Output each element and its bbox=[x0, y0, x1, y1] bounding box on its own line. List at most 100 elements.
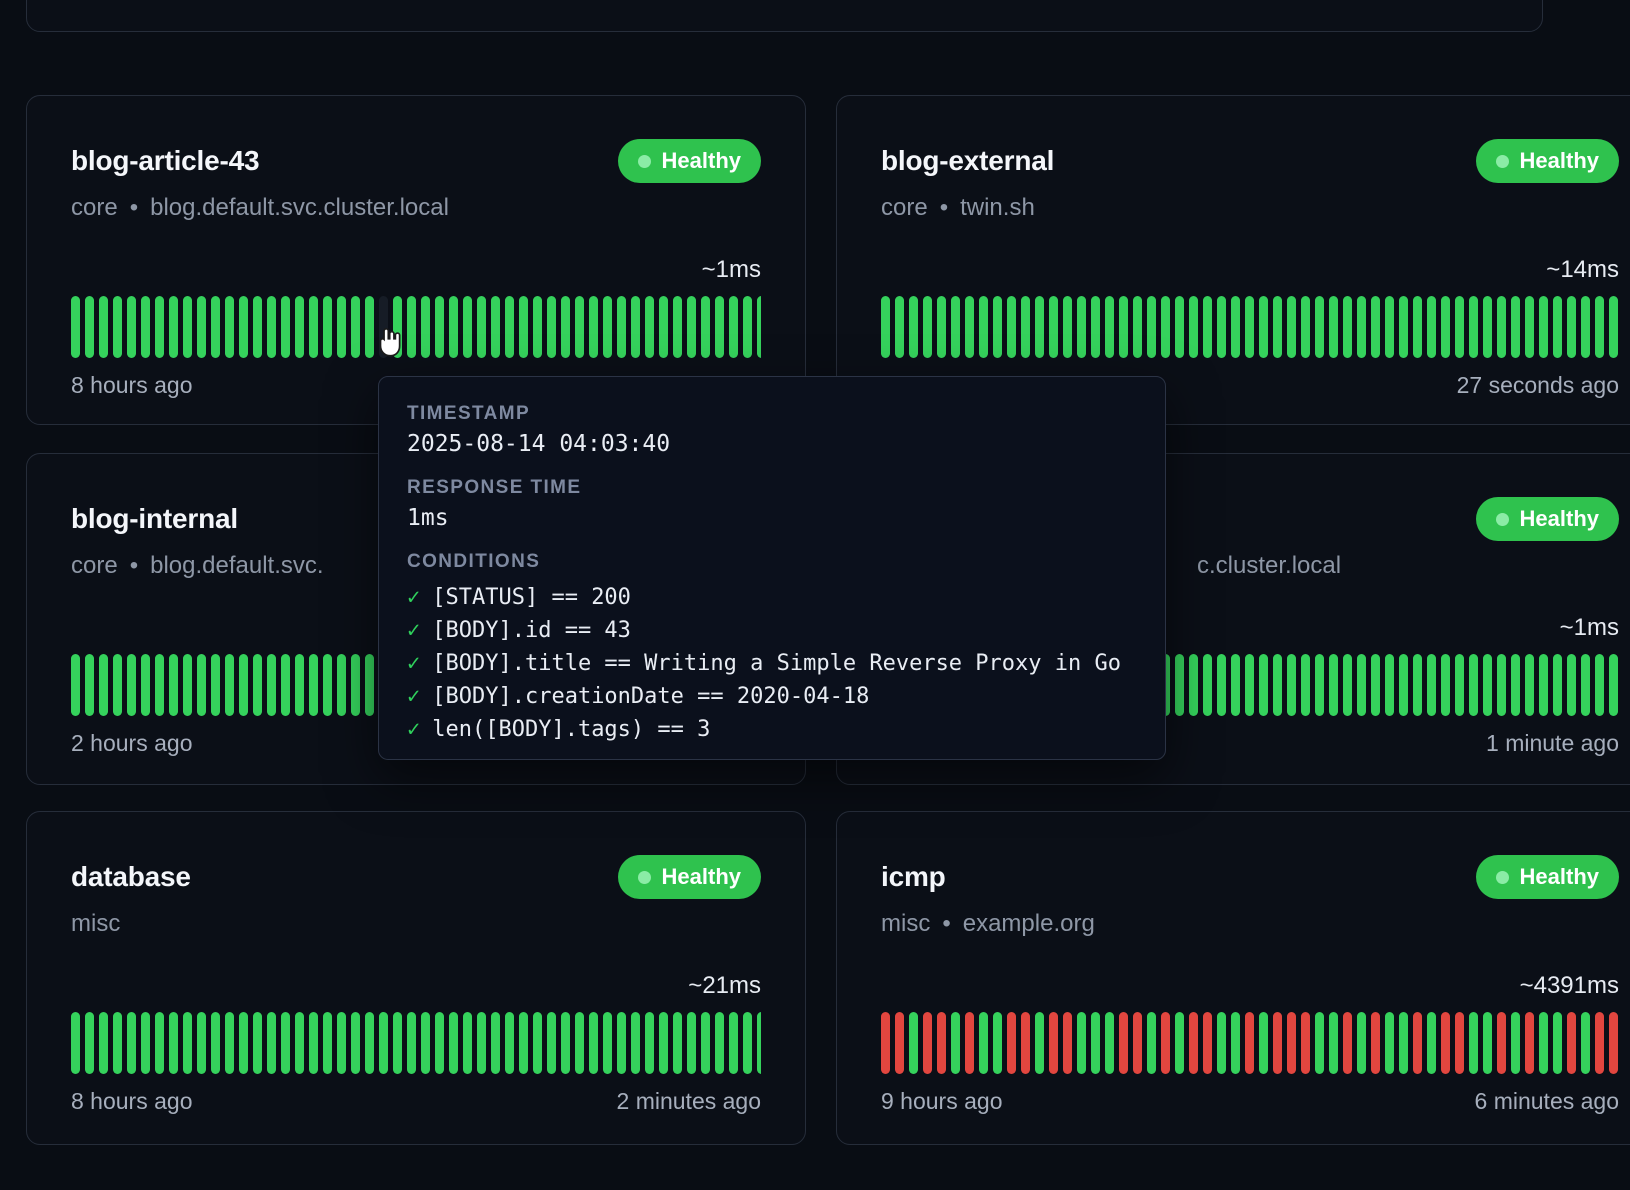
health-bar[interactable] bbox=[253, 296, 262, 358]
health-bar[interactable] bbox=[1147, 1012, 1156, 1074]
health-bar[interactable] bbox=[169, 296, 178, 358]
health-bar[interactable] bbox=[1469, 654, 1478, 716]
health-bar[interactable] bbox=[1511, 1012, 1520, 1074]
health-bar[interactable] bbox=[1329, 654, 1338, 716]
health-bar[interactable] bbox=[701, 296, 710, 358]
health-bar[interactable] bbox=[421, 296, 430, 358]
health-bar[interactable] bbox=[337, 296, 346, 358]
health-bar[interactable] bbox=[113, 1012, 122, 1074]
health-bar[interactable] bbox=[197, 1012, 206, 1074]
health-bar[interactable] bbox=[183, 654, 192, 716]
health-bar[interactable] bbox=[1301, 1012, 1310, 1074]
health-bar[interactable] bbox=[1273, 296, 1282, 358]
health-bar[interactable] bbox=[1497, 654, 1506, 716]
health-bar[interactable] bbox=[463, 296, 472, 358]
health-bar[interactable] bbox=[1371, 654, 1380, 716]
health-bar[interactable] bbox=[421, 1012, 430, 1074]
health-bar[interactable] bbox=[1161, 296, 1170, 358]
health-bar[interactable] bbox=[673, 296, 682, 358]
health-bar[interactable] bbox=[225, 296, 234, 358]
health-bar[interactable] bbox=[993, 1012, 1002, 1074]
health-bar[interactable] bbox=[295, 296, 304, 358]
health-bar[interactable] bbox=[1371, 1012, 1380, 1074]
health-bar[interactable] bbox=[1567, 654, 1576, 716]
health-bar[interactable] bbox=[1455, 654, 1464, 716]
health-bar[interactable] bbox=[1189, 1012, 1198, 1074]
health-bar[interactable] bbox=[1049, 296, 1058, 358]
health-bar[interactable] bbox=[1567, 1012, 1576, 1074]
health-bar[interactable] bbox=[993, 296, 1002, 358]
health-bar[interactable] bbox=[1273, 1012, 1282, 1074]
health-bar[interactable] bbox=[309, 1012, 318, 1074]
health-bar[interactable] bbox=[1469, 296, 1478, 358]
health-bar[interactable] bbox=[659, 296, 668, 358]
health-bar[interactable] bbox=[1469, 1012, 1478, 1074]
health-bar[interactable] bbox=[1413, 1012, 1422, 1074]
health-bar[interactable] bbox=[1315, 296, 1324, 358]
health-bar[interactable] bbox=[895, 1012, 904, 1074]
health-bar[interactable] bbox=[1175, 1012, 1184, 1074]
health-bar[interactable] bbox=[547, 1012, 556, 1074]
health-bar[interactable] bbox=[477, 1012, 486, 1074]
health-bar[interactable] bbox=[1595, 296, 1604, 358]
health-bar[interactable] bbox=[1175, 654, 1184, 716]
health-bar[interactable] bbox=[197, 296, 206, 358]
health-bar[interactable] bbox=[561, 1012, 570, 1074]
health-bar[interactable] bbox=[1357, 296, 1366, 358]
health-bar[interactable] bbox=[1077, 296, 1086, 358]
health-bar[interactable] bbox=[169, 654, 178, 716]
health-bar[interactable] bbox=[351, 296, 360, 358]
health-bar[interactable] bbox=[1133, 296, 1142, 358]
health-bar[interactable] bbox=[923, 296, 932, 358]
health-bar[interactable] bbox=[1217, 654, 1226, 716]
health-bar[interactable] bbox=[1385, 296, 1394, 358]
health-bar[interactable] bbox=[533, 1012, 542, 1074]
health-bar[interactable] bbox=[1021, 1012, 1030, 1074]
health-bar[interactable] bbox=[1399, 296, 1408, 358]
health-bar[interactable] bbox=[99, 296, 108, 358]
health-bar[interactable] bbox=[1315, 654, 1324, 716]
health-bar[interactable] bbox=[937, 296, 946, 358]
health-bar[interactable] bbox=[701, 1012, 710, 1074]
health-bar[interactable] bbox=[351, 654, 360, 716]
health-bar[interactable] bbox=[1553, 654, 1562, 716]
health-bar[interactable] bbox=[323, 654, 332, 716]
health-bar[interactable] bbox=[267, 1012, 276, 1074]
health-bar[interactable] bbox=[85, 654, 94, 716]
service-card[interactable]: icmp Healthy misc•example.org ~4391ms 9 … bbox=[836, 811, 1630, 1145]
health-bar[interactable] bbox=[1483, 654, 1492, 716]
health-bar[interactable] bbox=[435, 296, 444, 358]
health-bar[interactable] bbox=[645, 296, 654, 358]
health-bar[interactable] bbox=[589, 1012, 598, 1074]
health-bar[interactable] bbox=[127, 1012, 136, 1074]
health-bar[interactable] bbox=[1231, 1012, 1240, 1074]
health-bar[interactable] bbox=[1483, 1012, 1492, 1074]
health-bar[interactable] bbox=[1329, 1012, 1338, 1074]
health-bar[interactable] bbox=[1301, 654, 1310, 716]
health-bar[interactable] bbox=[477, 296, 486, 358]
health-bar[interactable] bbox=[951, 296, 960, 358]
health-bar[interactable] bbox=[435, 1012, 444, 1074]
health-bar[interactable] bbox=[729, 296, 738, 358]
health-bar[interactable] bbox=[449, 1012, 458, 1074]
health-bar[interactable] bbox=[1301, 296, 1310, 358]
health-bar[interactable] bbox=[183, 296, 192, 358]
health-bar[interactable] bbox=[519, 1012, 528, 1074]
health-bar[interactable] bbox=[113, 654, 122, 716]
health-bar[interactable] bbox=[295, 1012, 304, 1074]
health-bar[interactable] bbox=[85, 1012, 94, 1074]
health-bar[interactable] bbox=[141, 1012, 150, 1074]
health-bar[interactable] bbox=[393, 1012, 402, 1074]
health-bar[interactable] bbox=[603, 296, 612, 358]
health-bar[interactable] bbox=[141, 654, 150, 716]
health-bar[interactable] bbox=[99, 654, 108, 716]
health-bar[interactable] bbox=[1175, 296, 1184, 358]
health-bar[interactable] bbox=[1357, 654, 1366, 716]
health-bar[interactable] bbox=[1091, 296, 1100, 358]
health-bar[interactable] bbox=[659, 1012, 668, 1074]
health-bar[interactable] bbox=[323, 296, 332, 358]
health-bar[interactable] bbox=[979, 296, 988, 358]
health-bar[interactable] bbox=[519, 296, 528, 358]
health-bar[interactable] bbox=[239, 654, 248, 716]
health-bar[interactable] bbox=[1413, 654, 1422, 716]
